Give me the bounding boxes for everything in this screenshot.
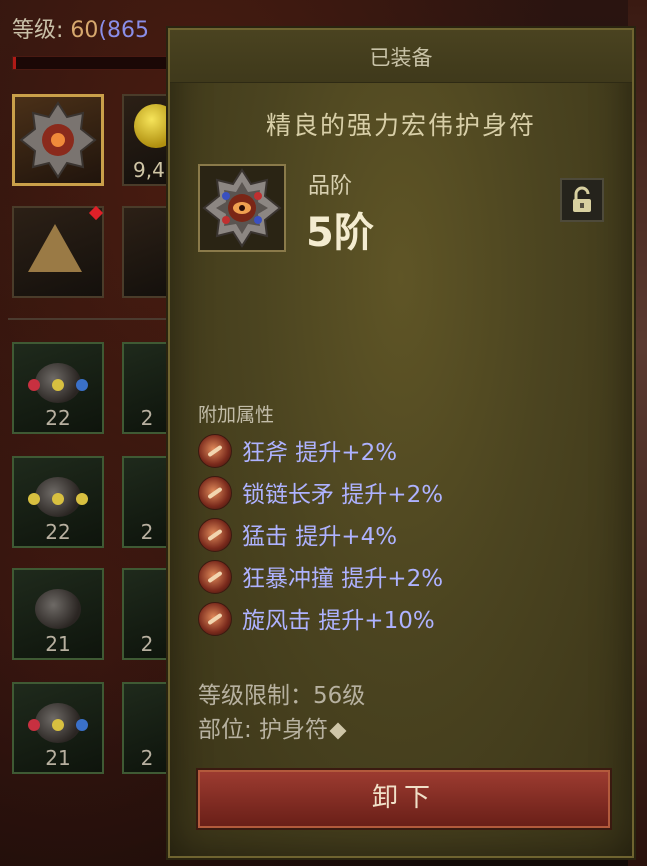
level-value: 60	[70, 18, 99, 43]
frenzy-axe-icon	[198, 434, 232, 468]
affix-row: 狂斧 提升+2%	[198, 430, 618, 472]
inventory-slot[interactable]: 2	[122, 342, 172, 434]
socket-dots	[28, 719, 88, 733]
item-tooltip: 已装备 精良的强力宏伟护身符 品阶 5阶 附加属性 狂斧 提升+2% 锁链长矛 …	[168, 28, 634, 858]
item-icon-frame	[198, 164, 286, 252]
equipped-label: 已装备	[369, 46, 433, 70]
amulet-icon	[202, 168, 282, 248]
affix-text: 旋风击 提升+10%	[242, 608, 435, 634]
slot-type-label: 部位: 护身符	[198, 717, 329, 743]
tier-value: 5阶	[306, 210, 374, 256]
affix-text: 锁链长矛 提升+2%	[242, 482, 444, 508]
paragon-value: (865	[98, 18, 149, 43]
affix-text: 狂暴冲撞 提升+2%	[242, 566, 444, 592]
ring-icon	[35, 588, 81, 629]
socket-dots	[28, 379, 88, 393]
inventory-slot[interactable]: 2	[122, 682, 172, 774]
inventory-slot[interactable]: 2	[122, 568, 172, 660]
slot-type: 部位: 护身符	[198, 710, 347, 744]
tier-label: 品阶	[308, 174, 353, 199]
unequip-button[interactable]: 卸下	[198, 770, 610, 828]
affix-row: 旋风击 提升+10%	[198, 598, 618, 640]
slot-count: 22	[45, 406, 71, 430]
unlock-icon	[573, 186, 591, 212]
slot-partial[interactable]	[122, 206, 172, 298]
affix-row: 狂暴冲撞 提升+2%	[198, 556, 618, 598]
divider	[8, 318, 168, 320]
affix-row: 猛击 提升+4%	[198, 514, 618, 556]
xp-bar-fill	[13, 57, 17, 69]
chain-spear-icon	[198, 476, 232, 510]
character-level: 等级: 60(865	[12, 12, 149, 44]
affix-text: 狂斧 提升+2%	[242, 440, 398, 466]
level-requirement: 等级限制：56级	[198, 683, 366, 709]
amulet-slot-icon	[329, 722, 347, 739]
inventory-slot[interactable]: 22	[12, 456, 104, 548]
inventory-slot[interactable]: 22	[12, 342, 104, 434]
berserk-charge-icon	[198, 560, 232, 594]
slot-count: 2	[140, 406, 154, 430]
slot-count: 2	[140, 746, 154, 770]
slot-count: 22	[45, 520, 71, 544]
item-name: 精良的强力宏伟护身符	[265, 111, 536, 140]
amulet-icon	[19, 101, 97, 179]
slot-count: 2	[140, 632, 154, 656]
affix-text: 猛击 提升+4%	[242, 524, 398, 550]
xp-bar	[12, 56, 172, 70]
whirlwind-icon	[198, 602, 232, 636]
affix-row: 锁链长矛 提升+2%	[198, 472, 618, 514]
inventory-slot[interactable]: 2	[122, 456, 172, 548]
slot-count: 21	[45, 746, 71, 770]
level-label: 等级:	[12, 18, 71, 43]
slot-count: 21	[45, 632, 71, 656]
inventory-slot[interactable]: 21	[12, 568, 104, 660]
affix-section-title: 附加属性	[198, 404, 275, 426]
inventory-slot[interactable]: 21	[12, 682, 104, 774]
amulet-slot[interactable]	[12, 94, 104, 186]
slot-count: 2	[140, 520, 154, 544]
socket-dots	[28, 493, 88, 507]
lock-toggle-button[interactable]	[560, 178, 604, 222]
affix-list: 狂斧 提升+2% 锁链长矛 提升+2% 猛击 提升+4% 狂暴冲撞 提升+2% …	[198, 430, 618, 640]
bash-icon	[198, 518, 232, 552]
sigil-icon	[28, 224, 82, 272]
gold-amount: 9,4	[133, 158, 165, 182]
